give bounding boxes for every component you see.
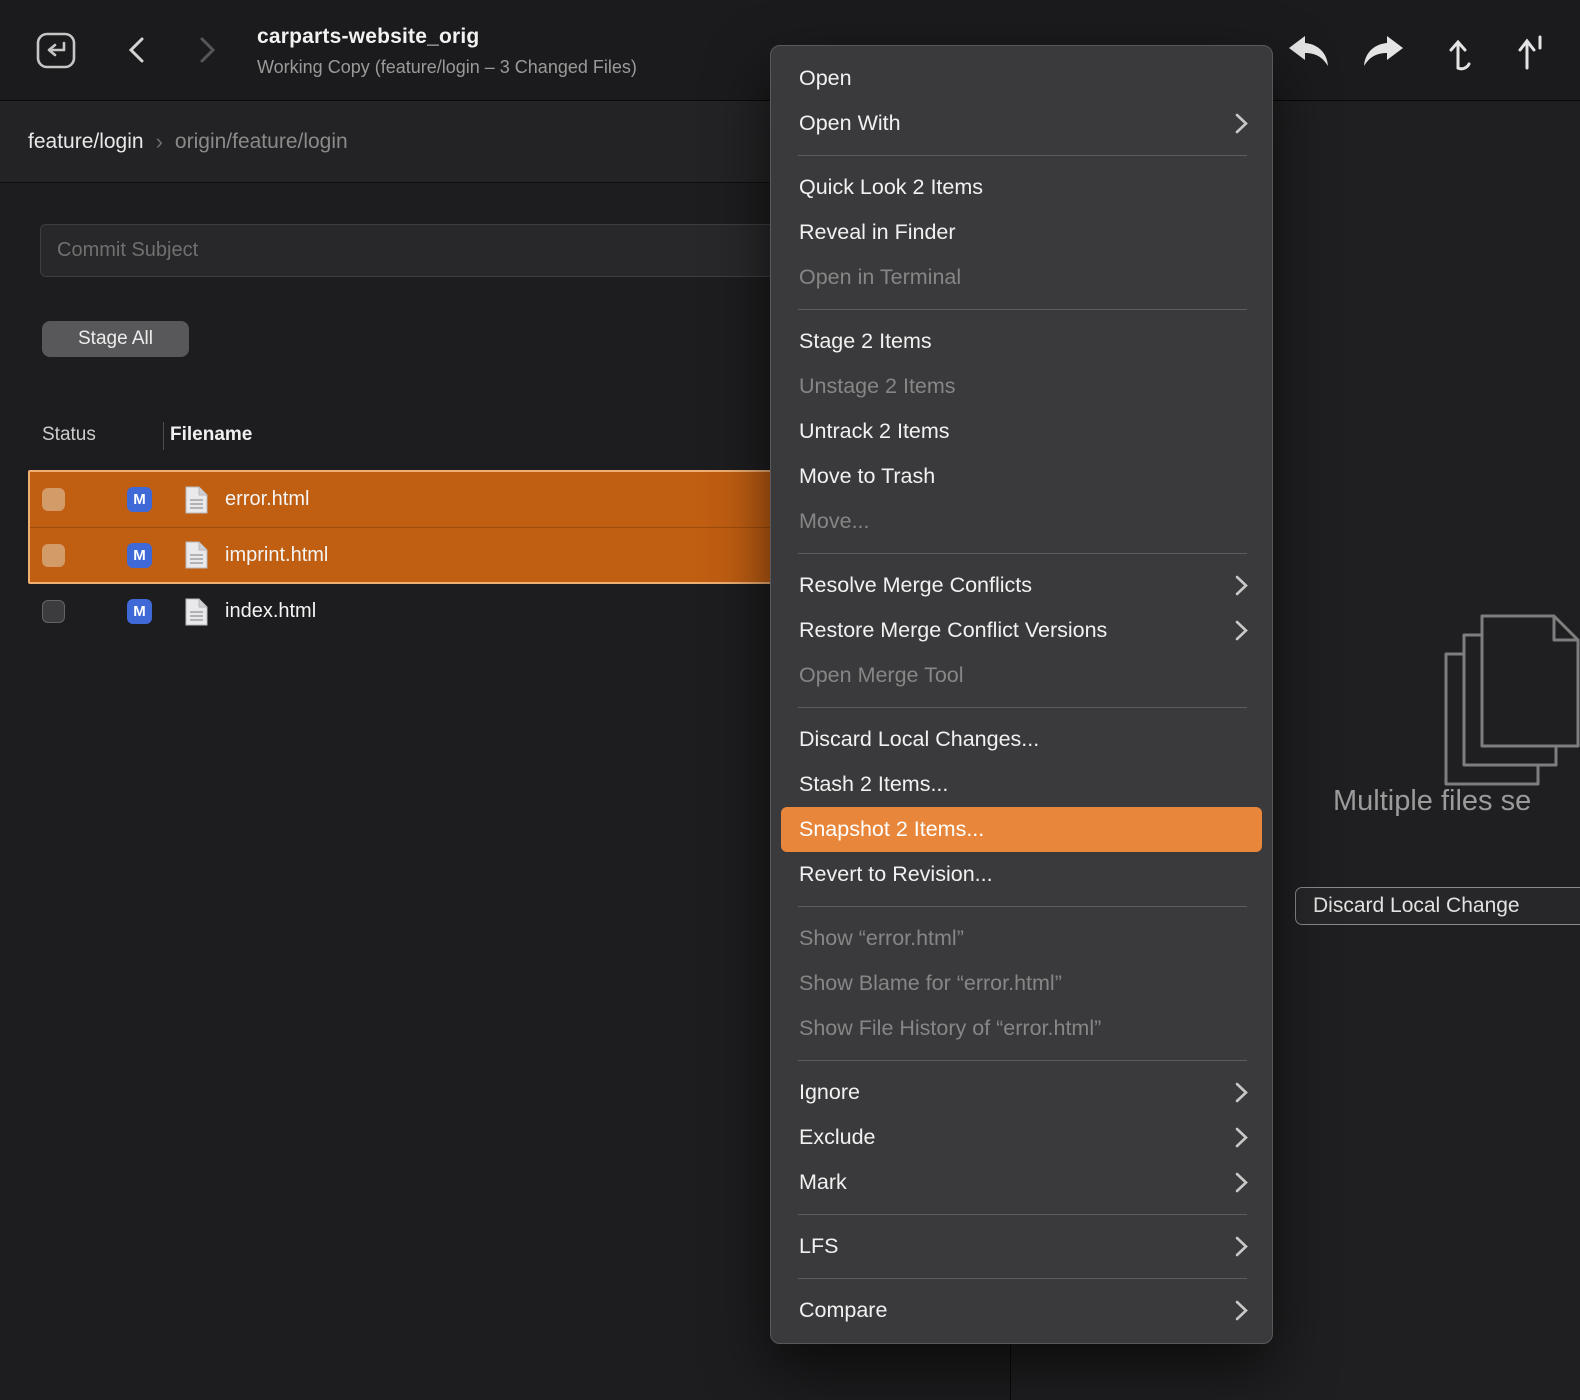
- menu-item-ignore[interactable]: Ignore: [771, 1070, 1272, 1115]
- submenu-chevron-icon: [1235, 113, 1248, 134]
- menu-separator: [798, 707, 1247, 708]
- context-menu: Open Open With Quick Look 2 Items Reveal in…: [770, 45, 1273, 1344]
- menu-item-lfs[interactable]: LFS: [771, 1224, 1272, 1269]
- app-icon[interactable]: [36, 30, 76, 70]
- menu-item-label: Quick Look 2 Items: [799, 175, 983, 199]
- column-header-status[interactable]: Status: [42, 424, 96, 446]
- menu-item-label: Stage 2 Items: [799, 329, 932, 353]
- menu-item-stash-2-items[interactable]: Stash 2 Items...: [771, 762, 1272, 807]
- menu-item-label: Open With: [799, 111, 901, 135]
- stage-checkbox[interactable]: [42, 488, 65, 511]
- menu-item-label: Move...: [799, 509, 870, 533]
- status-badge: M: [127, 599, 152, 624]
- menu-item-show-blame-for-error-html: Show Blame for “error.html”: [771, 961, 1272, 1006]
- selection-message: Multiple files se: [1333, 785, 1531, 818]
- menu-item-resolve-merge-conflicts[interactable]: Resolve Merge Conflicts: [771, 563, 1272, 608]
- status-badge: M: [127, 487, 152, 512]
- menu-item-compare[interactable]: Compare: [771, 1288, 1272, 1333]
- menu-item-stage-2-items[interactable]: Stage 2 Items: [771, 319, 1272, 364]
- column-header-filename[interactable]: Filename: [170, 424, 252, 446]
- menu-item-label: LFS: [799, 1234, 838, 1258]
- menu-item-label: Show Blame for “error.html”: [799, 971, 1062, 995]
- menu-item-unstage-2-items: Unstage 2 Items: [771, 364, 1272, 409]
- breadcrumb-separator-icon: ›: [156, 129, 163, 155]
- menu-separator: [798, 309, 1247, 310]
- menu-item-label: Unstage 2 Items: [799, 374, 956, 398]
- submenu-chevron-icon: [1235, 1300, 1248, 1321]
- menu-item-label: Discard Local Changes...: [799, 727, 1039, 751]
- menu-item-label: Mark: [799, 1170, 847, 1194]
- menu-item-exclude[interactable]: Exclude: [771, 1115, 1272, 1160]
- menu-separator: [798, 553, 1247, 554]
- undo-icon[interactable]: [1286, 34, 1332, 73]
- menu-separator: [798, 1060, 1247, 1061]
- submenu-chevron-icon: [1235, 1127, 1248, 1148]
- menu-item-label: Reveal in Finder: [799, 220, 956, 244]
- file-icon: [185, 598, 208, 626]
- forward-button[interactable]: [192, 36, 220, 64]
- menu-item-open-in-terminal: Open in Terminal: [771, 255, 1272, 300]
- menu-item-label: Exclude: [799, 1125, 876, 1149]
- file-icon: [185, 486, 208, 514]
- multiple-files-icon: [1442, 612, 1580, 793]
- menu-item-label: Stash 2 Items...: [799, 772, 948, 796]
- filename-label: error.html: [225, 488, 309, 511]
- menu-item-label: Untrack 2 Items: [799, 419, 950, 443]
- breadcrumb-remote[interactable]: origin/feature/login: [175, 130, 348, 154]
- menu-item-label: Ignore: [799, 1080, 860, 1104]
- column-divider[interactable]: [163, 422, 164, 450]
- menu-item-open[interactable]: Open: [771, 56, 1272, 101]
- menu-item-label: Snapshot 2 Items...: [799, 817, 984, 841]
- breadcrumb-branch[interactable]: feature/login: [28, 130, 144, 154]
- submenu-chevron-icon: [1235, 1082, 1248, 1103]
- menu-item-revert-to-revision[interactable]: Revert to Revision...: [771, 852, 1272, 897]
- discard-local-changes-button[interactable]: Discard Local Change: [1295, 887, 1580, 925]
- menu-item-label: Restore Merge Conflict Versions: [799, 618, 1107, 642]
- menu-item-label: Open in Terminal: [799, 265, 961, 289]
- menu-item-show-file-history-of-error-html: Show File History of “error.html”: [771, 1006, 1272, 1051]
- push-icon[interactable]: [1516, 34, 1544, 77]
- menu-item-move-to-trash[interactable]: Move to Trash: [771, 454, 1272, 499]
- menu-separator: [798, 906, 1247, 907]
- submenu-chevron-icon: [1235, 1236, 1248, 1257]
- menu-item-label: Move to Trash: [799, 464, 935, 488]
- window-subtitle: Working Copy (feature/login – 3 Changed …: [257, 57, 637, 78]
- menu-separator: [798, 1278, 1247, 1279]
- menu-item-quick-look-2-items[interactable]: Quick Look 2 Items: [771, 165, 1272, 210]
- menu-item-snapshot-2-items[interactable]: Snapshot 2 Items...: [781, 807, 1262, 852]
- window-title: carparts-website_orig: [257, 25, 637, 49]
- file-icon: [185, 541, 208, 569]
- menu-item-show-error-html: Show “error.html”: [771, 916, 1272, 961]
- submenu-chevron-icon: [1235, 575, 1248, 596]
- menu-item-label: Revert to Revision...: [799, 862, 993, 886]
- submenu-chevron-icon: [1235, 1172, 1248, 1193]
- menu-item-open-merge-tool: Open Merge Tool: [771, 653, 1272, 698]
- menu-item-label: Resolve Merge Conflicts: [799, 573, 1032, 597]
- stage-checkbox[interactable]: [42, 600, 65, 623]
- menu-item-label: Open: [799, 66, 852, 90]
- stage-checkbox[interactable]: [42, 544, 65, 567]
- menu-item-restore-merge-conflict-versions[interactable]: Restore Merge Conflict Versions: [771, 608, 1272, 653]
- redo-icon[interactable]: [1360, 34, 1406, 73]
- menu-item-move: Move...: [771, 499, 1272, 544]
- menu-item-reveal-in-finder[interactable]: Reveal in Finder: [771, 210, 1272, 255]
- filename-label: imprint.html: [225, 544, 328, 567]
- menu-item-label: Show “error.html”: [799, 926, 964, 950]
- status-badge: M: [127, 543, 152, 568]
- menu-separator: [798, 1214, 1247, 1215]
- stage-all-button[interactable]: Stage All: [42, 321, 189, 357]
- submenu-chevron-icon: [1235, 620, 1248, 641]
- checkout-icon[interactable]: [1448, 34, 1478, 77]
- menu-item-mark[interactable]: Mark: [771, 1160, 1272, 1205]
- menu-item-label: Open Merge Tool: [799, 663, 964, 687]
- menu-separator: [798, 155, 1247, 156]
- filename-label: index.html: [225, 600, 316, 623]
- menu-item-untrack-2-items[interactable]: Untrack 2 Items: [771, 409, 1272, 454]
- menu-item-open-with[interactable]: Open With: [771, 101, 1272, 146]
- menu-item-label: Compare: [799, 1298, 887, 1322]
- menu-item-discard-local-changes[interactable]: Discard Local Changes...: [771, 717, 1272, 762]
- menu-item-label: Show File History of “error.html”: [799, 1016, 1101, 1040]
- back-button[interactable]: [124, 36, 152, 64]
